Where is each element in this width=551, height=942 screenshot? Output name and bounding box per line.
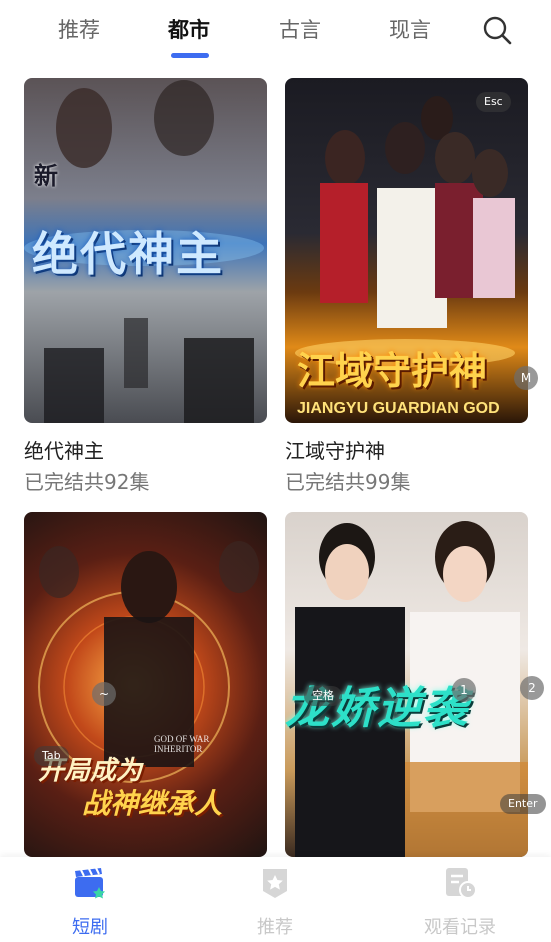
drama-card[interactable]: 江域守护神 JIANGYU GUARDIAN GOD 江域守护神 已完结共99集 [285, 78, 528, 498]
nav-label: 短剧 [72, 917, 108, 938]
active-tab-indicator [171, 53, 209, 58]
key-badge-tab: Tab [34, 746, 69, 766]
poster-image[interactable]: 新 绝代神主 [24, 78, 267, 423]
nav-label: 观看记录 [424, 917, 496, 938]
card-title[interactable]: 绝代神主 [24, 435, 104, 464]
history-doc-icon [446, 868, 477, 899]
drama-card[interactable]: 新 绝代神主 绝代神主 已完结共92集 [24, 78, 267, 498]
key-badge-space: 空格 [304, 686, 342, 706]
bottom-navigation: 短剧 推荐 观看记录 [0, 857, 551, 942]
key-badge-1: 1 [452, 678, 476, 702]
key-badge-esc: Esc [476, 92, 511, 112]
key-badge-enter: Enter [500, 794, 546, 814]
card-title[interactable]: 江域守护神 [285, 435, 385, 464]
card-episode-status: 已完结共99集 [285, 470, 411, 494]
search-icon[interactable] [482, 15, 512, 45]
nav-item-shorts[interactable]: 短剧 [30, 857, 150, 942]
tab-ancient[interactable]: 古言 [279, 14, 321, 44]
top-tab-bar: 推荐 都市 古言 现言 [0, 0, 551, 62]
poster-image[interactable]: 龙娇逆袭 [285, 512, 528, 857]
key-badge-m: M [514, 366, 538, 390]
poster-subtitle-text: JIANGYU GUARDIAN GOD [297, 400, 500, 417]
nav-label: 推荐 [257, 917, 293, 938]
star-badge-icon [263, 869, 287, 898]
poster-image[interactable]: 江域守护神 JIANGYU GUARDIAN GOD [285, 78, 528, 423]
poster-title-text-line2: 战神继承人 [82, 787, 223, 820]
tab-urban[interactable]: 都市 [168, 14, 210, 44]
poster-new-tag: 新 [34, 161, 58, 190]
nav-item-recommend[interactable]: 推荐 [215, 857, 335, 942]
poster-title-text: 江域守护神 [297, 348, 488, 393]
clapperboard-icon [75, 867, 105, 899]
poster-image[interactable]: 开局成为 战神继承人 GOD OF WAR INHERITOR [24, 512, 267, 857]
drama-card[interactable]: 开局成为 战神继承人 GOD OF WAR INHERITOR [24, 512, 267, 857]
tab-modern[interactable]: 现言 [389, 14, 431, 44]
nav-item-history[interactable]: 观看记录 [400, 857, 520, 942]
poster-subtitle-text: GOD OF WAR INHERITOR [154, 734, 210, 754]
poster-title-text: 绝代神主 [32, 227, 224, 281]
key-badge-2: 2 [520, 676, 544, 700]
tab-recommend[interactable]: 推荐 [58, 14, 100, 44]
drama-card[interactable]: 龙娇逆袭 [285, 512, 528, 857]
card-episode-status: 已完结共92集 [24, 470, 150, 494]
key-badge-tilde: ~ [92, 682, 116, 706]
